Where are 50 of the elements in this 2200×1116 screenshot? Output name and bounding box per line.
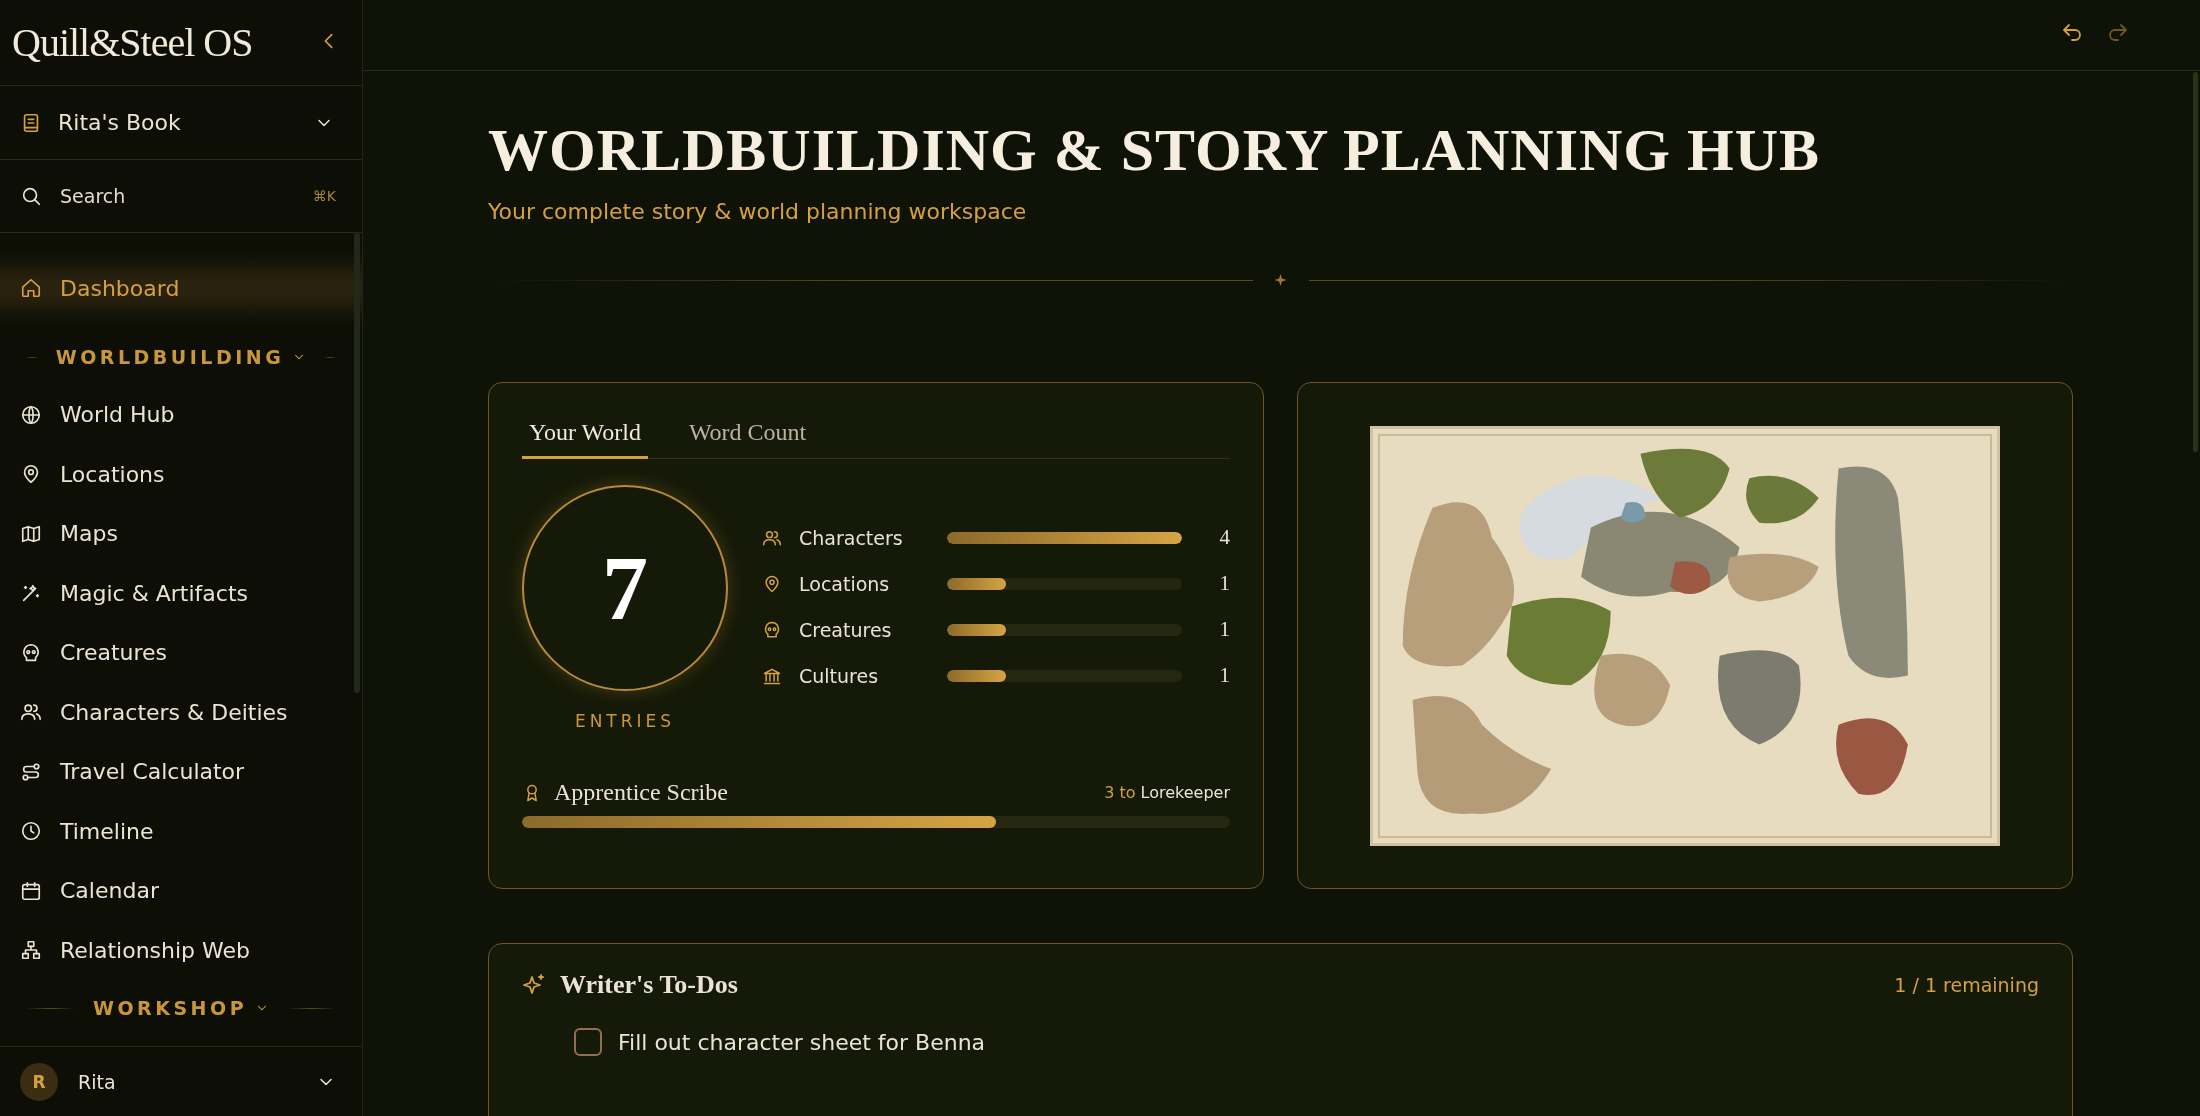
section-header[interactable]: WORKSHOP (92, 997, 270, 1019)
nav-item[interactable]: Travel Calculator (0, 742, 362, 802)
entry-count: 7 (602, 536, 648, 641)
globe-icon (20, 403, 42, 426)
nav-item[interactable]: Calendar (0, 861, 362, 921)
pin-icon (762, 573, 782, 594)
entries-label: ENTRIES (574, 711, 676, 731)
category-count: 1 (1218, 663, 1230, 688)
todo-text: Fill out character sheet for Benna (618, 1029, 986, 1055)
category-count: 4 (1218, 525, 1230, 550)
route-icon (20, 760, 42, 783)
remaining-count: 1 / 1 remaining (1894, 974, 2039, 996)
skull-icon (20, 641, 42, 664)
user-menu[interactable]: R Rita (0, 1046, 362, 1116)
nav-item[interactable]: Dashboard (0, 253, 362, 323)
rank-title: Apprentice Scribe (554, 779, 729, 806)
search-icon (20, 185, 42, 207)
tab[interactable]: Your World (522, 407, 648, 459)
category-count: 1 (1218, 617, 1230, 642)
category-label: Creatures (799, 618, 893, 641)
calendar-icon (20, 879, 42, 902)
nav-item[interactable]: Relationship Web (0, 920, 362, 980)
page-subtitle: Your complete story & world planning workspace (488, 199, 1028, 224)
nav-item[interactable]: Characters & Deities (0, 682, 362, 742)
clock-icon (20, 820, 42, 843)
nav-item[interactable]: Locations (0, 444, 362, 504)
app-logo: Quill&Steel OS (12, 19, 253, 66)
tab[interactable]: Word Count (681, 407, 814, 459)
nav-item[interactable]: Magic & Artifacts (0, 563, 362, 623)
todo-title: Writer's To-Dos (560, 970, 739, 1000)
search-field[interactable]: Search (58, 184, 297, 208)
nav-item[interactable]: World Hub (0, 385, 362, 445)
sparkle-icon (522, 973, 546, 997)
nav-item[interactable]: Creatures (0, 623, 362, 683)
category-label: Characters (799, 526, 904, 549)
tree-icon (20, 939, 42, 962)
nav-item[interactable]: Maps (0, 504, 362, 564)
category-label: Locations (799, 572, 891, 595)
page-title: WORLDBUILDING & STORY PLANNING HUB (488, 117, 1822, 183)
section-header[interactable]: WORLDBUILDING (55, 346, 307, 368)
shortcut-hint: ⌘K (312, 188, 336, 204)
todo-checkbox[interactable] (574, 1028, 602, 1056)
nav-item[interactable]: Timeline (0, 801, 362, 861)
home-icon (20, 277, 42, 299)
category-label: Cultures (799, 664, 880, 687)
category-count: 1 (1218, 571, 1230, 596)
next-rank-label: 3 to Lorekeeper (1104, 783, 1230, 802)
user-avatar: R (20, 1062, 58, 1101)
book-selector[interactable]: Rita's Book (0, 86, 362, 160)
skull-icon (762, 619, 782, 640)
